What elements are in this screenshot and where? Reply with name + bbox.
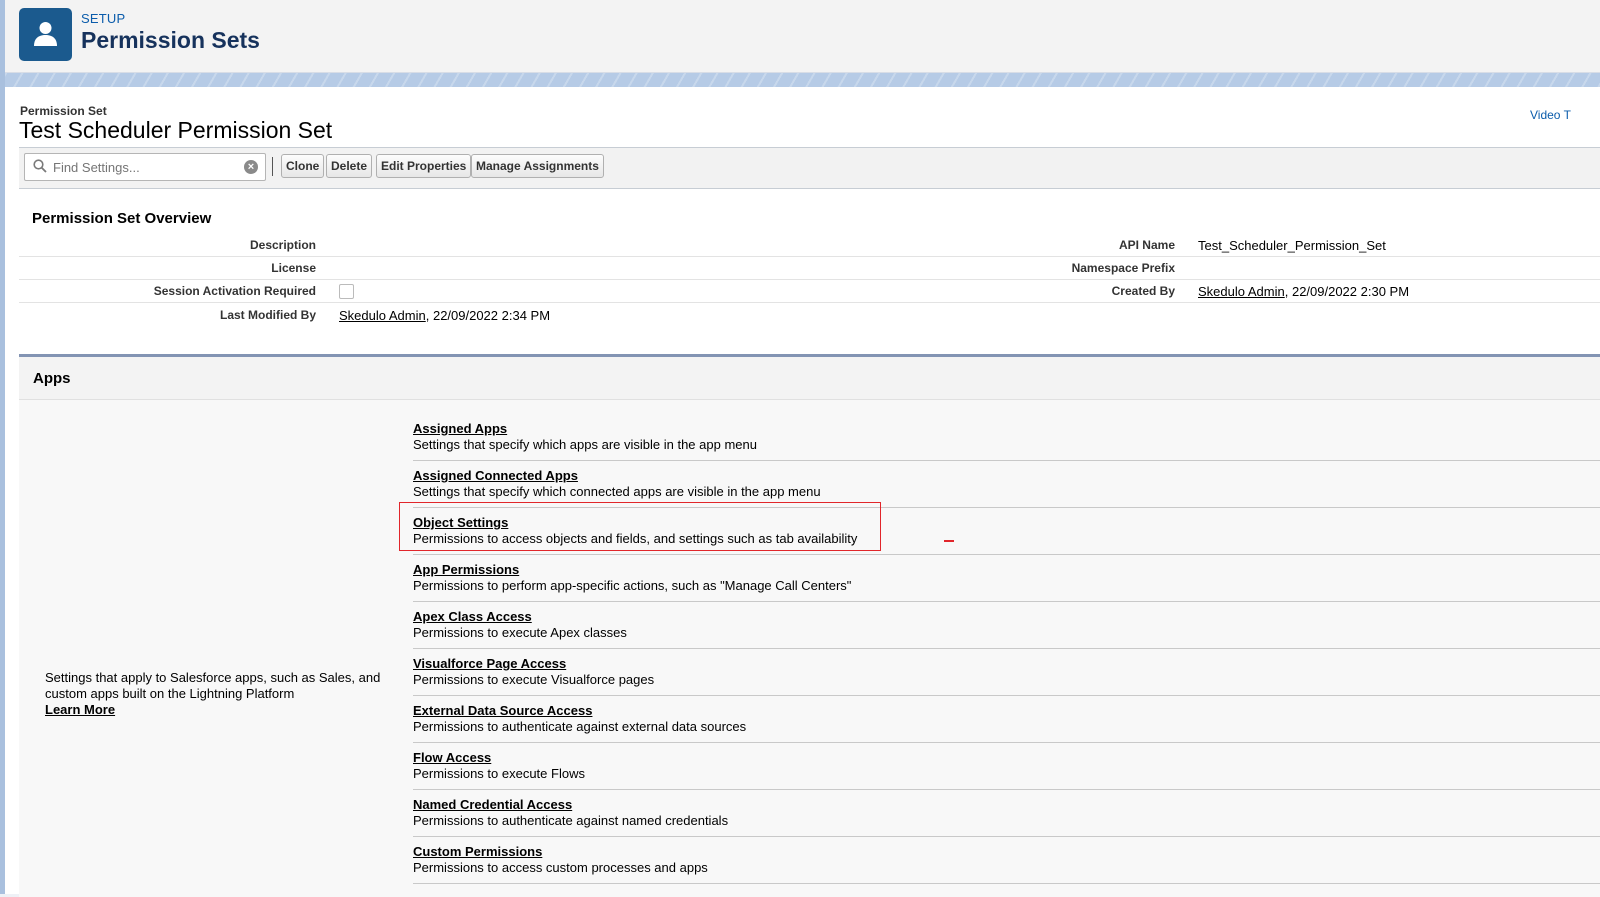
- toolbar: × Clone Delete Edit Properties Manage As…: [19, 147, 1600, 189]
- session-activation-checkbox[interactable]: [339, 284, 354, 299]
- created-by-date: , 22/09/2022 2:30 PM: [1284, 284, 1410, 299]
- overview-row-3: Session Activation Required Created By S…: [19, 280, 1600, 303]
- user-icon: [19, 8, 72, 61]
- list-item: Named Credential Access Permissions to a…: [413, 790, 1600, 837]
- last-modified-date: , 22/09/2022 2:34 PM: [425, 308, 551, 323]
- created-by-user-link[interactable]: Skedulo Admin: [1198, 284, 1285, 299]
- clear-search-icon[interactable]: ×: [244, 160, 258, 174]
- list-item-description: Permissions to execute Apex classes: [413, 625, 627, 640]
- assigned-connected-apps-link[interactable]: Assigned Connected Apps: [413, 468, 578, 483]
- record-title: Test Scheduler Permission Set: [19, 117, 333, 143]
- find-settings-box: ×: [24, 153, 266, 181]
- external-data-source-access-link[interactable]: External Data Source Access: [413, 703, 592, 718]
- object-settings-highlight-box: [399, 502, 881, 551]
- list-item: Flow Access Permissions to execute Flows: [413, 743, 1600, 790]
- apps-list: Assigned Apps Settings that specify whic…: [413, 414, 1600, 884]
- apps-section: Apps Settings that apply to Salesforce a…: [19, 354, 1600, 897]
- created-by-value: Skedulo Admin, 22/09/2022 2:30 PM: [1198, 284, 1409, 299]
- manage-assignments-button[interactable]: Manage Assignments: [471, 154, 604, 178]
- toolbar-separator: [272, 157, 273, 176]
- list-item-description: Permissions to execute Visualforce pages: [413, 672, 655, 687]
- list-item: Visualforce Page Access Permissions to e…: [413, 649, 1600, 696]
- flow-access-link[interactable]: Flow Access: [413, 750, 491, 765]
- apps-title: Apps: [33, 370, 71, 387]
- list-item: Apex Class Access Permissions to execute…: [413, 602, 1600, 649]
- description-label: Description: [249, 238, 316, 252]
- decorative-band: [5, 73, 1600, 87]
- apex-class-access-link[interactable]: Apex Class Access: [413, 609, 532, 624]
- page-header: SETUP Permission Sets: [5, 0, 1600, 73]
- setup-label: SETUP: [81, 11, 126, 26]
- video-tutorial-link[interactable]: Video T: [1530, 108, 1571, 122]
- list-item-description: Settings that specify which connected ap…: [413, 484, 821, 499]
- list-item: External Data Source Access Permissions …: [413, 696, 1600, 743]
- page-title: Permission Sets: [81, 27, 260, 53]
- list-item: Assigned Connected Apps Settings that sp…: [413, 461, 1600, 508]
- assigned-apps-link[interactable]: Assigned Apps: [413, 421, 507, 436]
- app-permissions-link[interactable]: App Permissions: [413, 562, 519, 577]
- last-modified-label: Last Modified By: [219, 308, 316, 322]
- last-modified-user-link[interactable]: Skedulo Admin: [339, 308, 426, 323]
- learn-more-link[interactable]: Learn More: [45, 702, 395, 718]
- edit-properties-button[interactable]: Edit Properties: [376, 154, 472, 178]
- named-credential-access-link[interactable]: Named Credential Access: [413, 797, 572, 812]
- list-item: App Permissions Permissions to perform a…: [413, 555, 1600, 602]
- last-modified-value: Skedulo Admin, 22/09/2022 2:34 PM: [339, 308, 550, 323]
- clone-button[interactable]: Clone: [281, 154, 325, 178]
- list-item-description: Permissions to authenticate against exte…: [413, 719, 747, 734]
- main-card: Permission Set Test Scheduler Permission…: [5, 87, 1600, 897]
- red-annotation-mark: [944, 540, 954, 542]
- list-item-description: Permissions to execute Flows: [413, 766, 585, 781]
- delete-button[interactable]: Delete: [326, 154, 373, 178]
- list-item-description: Permissions to authenticate against name…: [413, 813, 729, 828]
- list-item: Assigned Apps Settings that specify whic…: [413, 414, 1600, 461]
- overview-row-2: License Namespace Prefix: [19, 257, 1600, 280]
- overview-row-1: Description API Name Test_Scheduler_Perm…: [19, 234, 1600, 257]
- list-item-description: Settings that specify which apps are vis…: [413, 437, 757, 452]
- license-label: License: [271, 261, 316, 275]
- find-settings-input[interactable]: [51, 157, 241, 177]
- record-type-label: Permission Set: [20, 104, 107, 118]
- apps-description: Settings that apply to Salesforce apps, …: [45, 670, 395, 718]
- overview-title: Permission Set Overview: [32, 210, 212, 227]
- overview-row-4: Last Modified By Skedulo Admin, 22/09/20…: [19, 303, 1600, 325]
- search-icon: [33, 159, 47, 173]
- api-name-label: API Name: [1118, 238, 1175, 252]
- apps-header: Apps: [19, 357, 1600, 400]
- visualforce-page-access-link[interactable]: Visualforce Page Access: [413, 656, 566, 671]
- list-item-description: Permissions to access custom processes a…: [413, 860, 708, 875]
- custom-permissions-link[interactable]: Custom Permissions: [413, 844, 542, 859]
- created-by-label: Created By: [1111, 284, 1175, 298]
- namespace-prefix-label: Namespace Prefix: [1071, 261, 1175, 275]
- list-item: Custom Permissions Permissions to access…: [413, 837, 1600, 884]
- list-item-description: Permissions to perform app-specific acti…: [413, 578, 852, 593]
- apps-description-text: Settings that apply to Salesforce apps, …: [45, 670, 381, 701]
- api-name-value: Test_Scheduler_Permission_Set: [1198, 238, 1386, 253]
- session-activation-label: Session Activation Required: [153, 284, 316, 298]
